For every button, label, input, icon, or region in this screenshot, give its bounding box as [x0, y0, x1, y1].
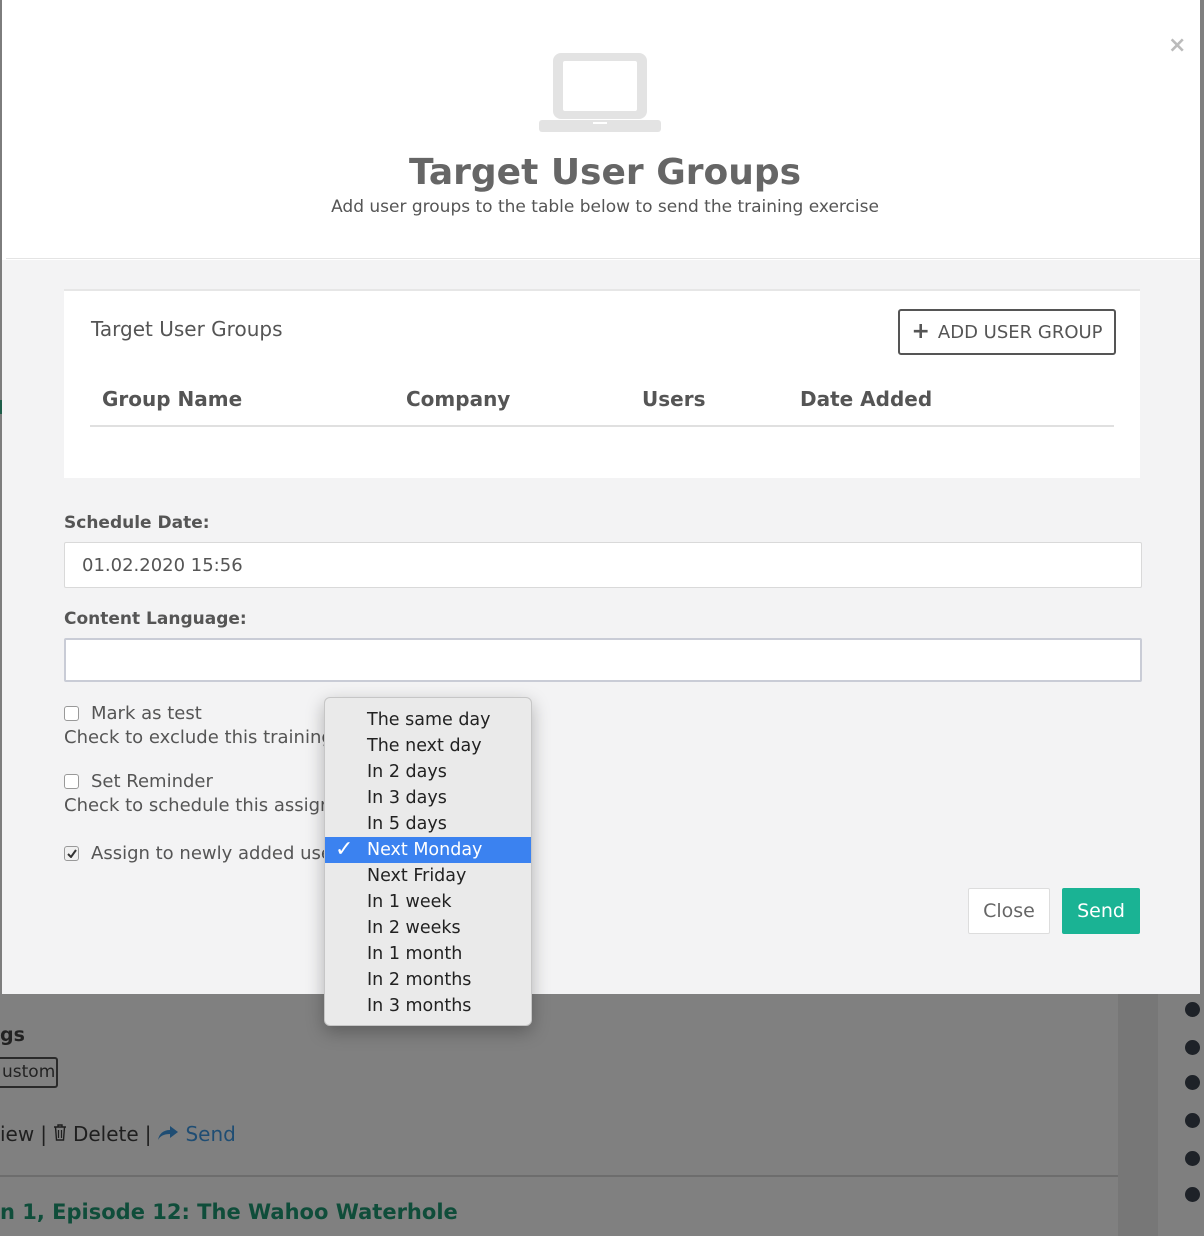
- checkmark-icon: ✓: [335, 837, 354, 862]
- set-reminder-help: Check to schedule this assignm: [64, 795, 349, 816]
- assign-new-users-label: Assign to newly added users: [91, 843, 349, 864]
- checkmark-icon: [66, 849, 77, 858]
- dropdown-option[interactable]: In 2 days: [325, 759, 531, 785]
- set-reminder-row[interactable]: Set Reminder: [64, 771, 213, 792]
- mark-as-test-help: Check to exclude this training fr: [64, 727, 353, 748]
- add-user-group-button[interactable]: + ADD USER GROUP: [898, 309, 1116, 355]
- modal-body: Target User Groups + ADD USER GROUP Grou…: [2, 260, 1200, 994]
- mark-as-test-checkbox[interactable]: [64, 706, 79, 721]
- dropdown-option[interactable]: In 3 months: [325, 993, 531, 1019]
- background-delete-link[interactable]: Delete: [73, 1122, 139, 1146]
- panel-title: Target User Groups: [91, 317, 283, 341]
- reminder-dropdown-menu: The same day The next day In 2 days In 3…: [324, 697, 532, 1026]
- dropdown-option-selected[interactable]: ✓ Next Monday: [325, 837, 531, 863]
- background-send-link[interactable]: Send: [185, 1122, 235, 1146]
- modal-header: × Target User Groups Add user groups to …: [6, 0, 1200, 259]
- table-header-divider: [90, 425, 1114, 427]
- schedule-date-label: Schedule Date:: [64, 513, 210, 533]
- user-groups-panel: Target User Groups + ADD USER GROUP Grou…: [64, 289, 1140, 478]
- bullet-dot: [1185, 1151, 1200, 1166]
- assign-new-users-checkbox[interactable]: [64, 846, 79, 861]
- background-view-link[interactable]: iew: [0, 1122, 34, 1146]
- mark-as-test-row[interactable]: Mark as test: [64, 703, 202, 724]
- plus-icon: +: [911, 319, 930, 344]
- content-language-select[interactable]: [64, 638, 1142, 682]
- dropdown-option[interactable]: In 2 weeks: [325, 915, 531, 941]
- set-reminder-label: Set Reminder: [91, 771, 213, 792]
- bullet-dot: [1185, 1187, 1200, 1202]
- target-user-groups-modal: × Target User Groups Add user groups to …: [2, 0, 1200, 994]
- dropdown-option[interactable]: Next Friday: [325, 863, 531, 889]
- background-custom-button[interactable]: ustom: [0, 1057, 58, 1088]
- bullet-dot: [1185, 1075, 1200, 1090]
- dropdown-option[interactable]: In 1 week: [325, 889, 531, 915]
- background-episode-title[interactable]: n 1, Episode 12: The Wahoo Waterhole: [0, 1200, 458, 1224]
- mark-as-test-label: Mark as test: [91, 703, 202, 724]
- background-divider: [0, 1175, 1118, 1177]
- column-header-date-added[interactable]: Date Added: [800, 387, 932, 411]
- background-actions: iew | Delete | Send: [0, 1122, 236, 1146]
- add-user-group-label: ADD USER GROUP: [937, 321, 1103, 343]
- assign-new-users-row[interactable]: Assign to newly added users: [64, 843, 349, 864]
- separator: |: [144, 1122, 152, 1146]
- send-button[interactable]: Send: [1062, 888, 1140, 934]
- close-button[interactable]: Close: [968, 888, 1050, 934]
- dropdown-option[interactable]: In 1 month: [325, 941, 531, 967]
- content-language-label: Content Language:: [64, 609, 247, 629]
- bullet-dot: [1185, 1040, 1200, 1055]
- modal-subtitle: Add user groups to the table below to se…: [331, 197, 879, 217]
- modal-title: Target User Groups: [408, 152, 802, 193]
- share-icon: [157, 1122, 179, 1146]
- column-header-users[interactable]: Users: [642, 387, 705, 411]
- dropdown-option[interactable]: The next day: [325, 733, 531, 759]
- separator: |: [40, 1122, 47, 1146]
- column-header-group-name[interactable]: Group Name: [102, 387, 242, 411]
- dropdown-option-label: Next Monday: [367, 840, 483, 860]
- schedule-date-input[interactable]: 01.02.2020 15:56: [64, 542, 1142, 588]
- laptop-icon: [539, 52, 661, 136]
- dropdown-option[interactable]: In 2 months: [325, 967, 531, 993]
- bullet-dot: [1185, 1113, 1200, 1128]
- bullet-dot: [1185, 1002, 1200, 1017]
- trash-icon: [53, 1122, 67, 1146]
- dropdown-option[interactable]: The same day: [325, 707, 531, 733]
- column-header-company[interactable]: Company: [406, 387, 510, 411]
- dropdown-option[interactable]: In 3 days: [325, 785, 531, 811]
- background-settings-label: gs: [0, 1024, 25, 1046]
- set-reminder-checkbox[interactable]: [64, 774, 79, 789]
- dropdown-option[interactable]: In 5 days: [325, 811, 531, 837]
- close-icon[interactable]: ×: [1168, 33, 1186, 58]
